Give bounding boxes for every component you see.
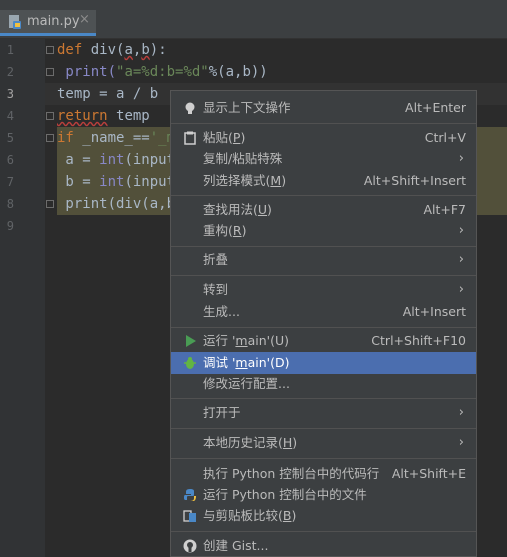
- line-number: 6: [6, 153, 14, 167]
- editor-context-menu: 显示上下文操作 Alt+Enter 粘贴(P) Ctrl+V 复制/粘贴特殊 ›…: [170, 90, 477, 557]
- github-icon: [183, 539, 197, 553]
- python-icon: [184, 489, 196, 501]
- menu-item-debug-main[interactable]: 调试 'main'(D): [171, 352, 476, 374]
- submenu-arrow-icon: ›: [458, 252, 464, 267]
- line-number: 7: [6, 175, 14, 189]
- code-text: def div(a,b):: [57, 42, 167, 58]
- code-text: return temp: [57, 108, 150, 124]
- menu-item-generate[interactable]: 生成... Alt+Insert: [171, 301, 476, 323]
- menu-separator: [171, 123, 476, 124]
- menu-item-run-file-in-console[interactable]: 运行 Python 控制台中的文件: [171, 484, 476, 506]
- submenu-arrow-icon: ›: [458, 435, 464, 450]
- line-number: 8: [6, 197, 14, 211]
- line-number: 5: [6, 131, 14, 145]
- menu-item-local-history[interactable]: 本地历史记录(H) ›: [171, 432, 476, 454]
- tab-filename: main.py: [27, 14, 80, 29]
- menu-item-show-context-actions[interactable]: 显示上下文操作 Alt+Enter: [171, 97, 476, 119]
- menu-item-paste[interactable]: 粘贴(P) Ctrl+V: [171, 127, 476, 149]
- code-text: if _name_=='_m: [57, 130, 176, 146]
- menu-separator: [171, 195, 476, 196]
- menu-item-compare-with-clipboard[interactable]: 与剪贴板比较(B): [171, 505, 476, 527]
- code-text: temp = a / b: [57, 86, 159, 102]
- menu-item-go-to[interactable]: 转到 ›: [171, 279, 476, 301]
- menu-item-open-in[interactable]: 打开于 ›: [171, 402, 476, 424]
- menu-separator: [171, 398, 476, 399]
- menu-separator: [171, 428, 476, 429]
- submenu-arrow-icon: ›: [458, 405, 464, 420]
- python-file-icon: [9, 15, 21, 29]
- code-line: 2 print("a=%d:b=%d"%(a,b)): [0, 61, 507, 83]
- code-line: 1 def div(a,b):: [0, 39, 507, 61]
- menu-item-find-usages[interactable]: 查找用法(U) Alt+F7: [171, 199, 476, 221]
- tab-main-py[interactable]: main.py ×: [0, 10, 96, 36]
- lightbulb-icon: [185, 102, 195, 114]
- menu-separator: [171, 458, 476, 459]
- menu-item-run-main[interactable]: 运行 'main'(U) Ctrl+Shift+F10: [171, 330, 476, 352]
- menu-item-create-gist[interactable]: 创建 Gist...: [171, 535, 476, 557]
- compare-icon: [183, 510, 196, 522]
- menu-item-execute-line-in-console[interactable]: 执行 Python 控制台中的代码行 Alt+Shift+E: [171, 463, 476, 485]
- menu-item-column-selection-mode[interactable]: 列选择模式(M) Alt+Shift+Insert: [171, 170, 476, 192]
- code-text: a = int(input: [57, 152, 176, 168]
- menu-item-paste-special[interactable]: 复制/粘贴特殊 ›: [171, 148, 476, 170]
- submenu-arrow-icon: ›: [458, 282, 464, 297]
- submenu-arrow-icon: ›: [458, 223, 464, 238]
- submenu-arrow-icon: ›: [458, 151, 464, 166]
- menu-item-folding[interactable]: 折叠 ›: [171, 249, 476, 271]
- run-icon: [186, 335, 196, 347]
- debug-icon: [184, 357, 196, 369]
- editor-tab-bar: main.py ×: [0, 0, 507, 39]
- code-text: print(div(a,b: [57, 196, 176, 212]
- line-number: 2: [6, 65, 14, 79]
- code-text: print("a=%d:b=%d"%(a,b)): [57, 64, 268, 80]
- menu-separator: [171, 531, 476, 532]
- code-text: b = int(input: [57, 174, 176, 190]
- line-number: 9: [6, 219, 14, 233]
- menu-separator: [171, 246, 476, 247]
- menu-item-modify-run-config[interactable]: 修改运行配置...: [171, 373, 476, 395]
- menu-item-refactor[interactable]: 重构(R) ›: [171, 220, 476, 242]
- clipboard-icon: [184, 131, 196, 145]
- menu-separator: [171, 327, 476, 328]
- line-number: 4: [6, 109, 14, 123]
- line-number: 1: [6, 43, 14, 57]
- menu-separator: [171, 275, 476, 276]
- close-tab-icon[interactable]: ×: [79, 12, 90, 27]
- line-number: 3: [6, 87, 14, 101]
